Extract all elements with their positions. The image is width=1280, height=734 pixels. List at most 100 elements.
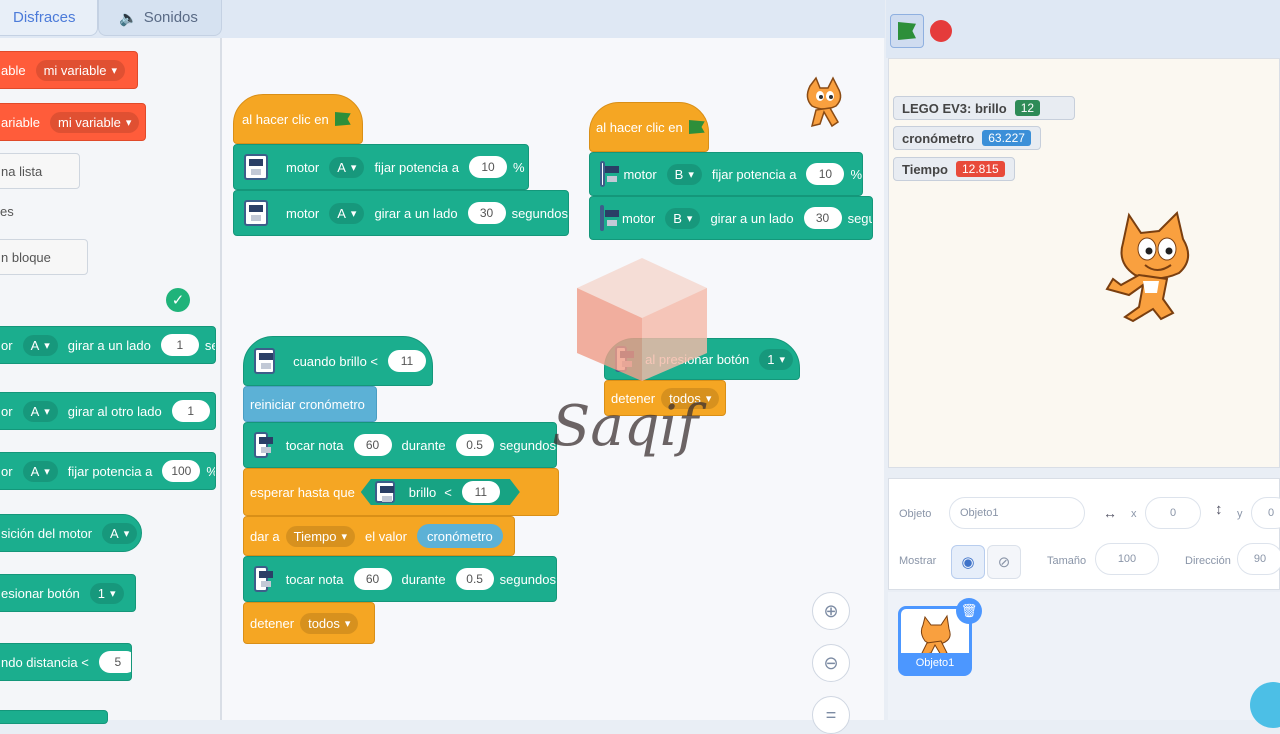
sprite-thumbnail-label: Objeto1 bbox=[901, 653, 969, 673]
set-power-block-2[interactable]: motor B fijar potencia a 10 % bbox=[589, 152, 863, 196]
set-variable-block[interactable]: dar a Tiempo el valor cronómetro bbox=[243, 516, 515, 556]
palette-block-text: or bbox=[1, 404, 13, 419]
green-flag-icon bbox=[689, 120, 705, 134]
timer-reporter[interactable]: cronómetro bbox=[417, 524, 503, 548]
port-dropdown[interactable]: A bbox=[23, 401, 58, 422]
tab-costumes-label: Disfraces bbox=[13, 9, 76, 26]
palette-block-text: girar a un lado bbox=[68, 338, 151, 353]
block-text: brillo bbox=[409, 485, 436, 500]
note-input[interactable]: 60 bbox=[354, 434, 392, 456]
reset-timer-block[interactable]: reiniciar cronómetro bbox=[243, 386, 377, 422]
direction-label: Dirección bbox=[1185, 555, 1231, 567]
brightness-condition[interactable]: brillo < 11 bbox=[361, 479, 520, 505]
zoom-reset-icon[interactable]: = bbox=[812, 696, 850, 734]
play-note-block-1[interactable]: tocar nota 60 durante 0.5 segundos bbox=[243, 422, 557, 468]
palette-turn-one-way[interactable]: or A girar a un lado 1 se bbox=[0, 326, 216, 364]
block-text: reiniciar cronómetro bbox=[250, 397, 365, 412]
seconds-input[interactable]: 1 bbox=[172, 400, 210, 422]
port-dropdown[interactable]: A bbox=[102, 523, 137, 544]
script-area[interactable]: al hacer clic en motor A fijar potencia … bbox=[222, 38, 884, 720]
check-icon[interactable]: ✓ bbox=[166, 288, 190, 312]
port-dropdown[interactable]: B bbox=[667, 164, 702, 185]
y-arrow-icon: ↕ bbox=[1215, 501, 1223, 518]
ev3-brick-icon bbox=[600, 161, 605, 187]
brightness-input[interactable]: 11 bbox=[388, 350, 426, 372]
palette-block-text: se bbox=[205, 338, 216, 353]
sprite-list: Objeto1 🗑 bbox=[888, 592, 1280, 720]
ev3-brick-icon bbox=[375, 481, 395, 503]
when-flag-clicked-hat-1[interactable]: al hacer clic en bbox=[233, 94, 363, 144]
wait-until-block[interactable]: esperar hasta que brillo < 11 bbox=[243, 468, 559, 516]
y-position-input[interactable]: 0 bbox=[1251, 497, 1280, 529]
button-dropdown[interactable]: 1 bbox=[759, 349, 793, 370]
when-flag-clicked-hat-2[interactable]: al hacer clic en bbox=[589, 102, 709, 152]
show-eye-icon[interactable]: ◉ bbox=[951, 545, 985, 579]
block-text: girar a un lado bbox=[374, 206, 457, 221]
port-dropdown[interactable]: A bbox=[23, 335, 58, 356]
zoom-in-icon[interactable]: ⊕ bbox=[812, 592, 850, 630]
palette-block-text: or bbox=[1, 338, 13, 353]
make-list-button[interactable]: na lista bbox=[0, 153, 80, 189]
brightness-input[interactable]: 11 bbox=[462, 481, 500, 503]
cat-sprite[interactable] bbox=[1099, 209, 1203, 323]
set-power-block-1[interactable]: motor A fijar potencia a 10 % bbox=[233, 144, 529, 190]
seconds-input[interactable]: 1 bbox=[161, 334, 199, 356]
variable-block-1-text: able bbox=[1, 63, 26, 78]
monitor-value: 12 bbox=[1015, 100, 1040, 116]
zoom-out-icon[interactable]: ⊖ bbox=[812, 644, 850, 682]
power-input[interactable]: 100 bbox=[162, 460, 200, 482]
green-flag-button[interactable] bbox=[890, 14, 924, 48]
power-input[interactable]: 10 bbox=[806, 163, 844, 185]
turn-block-1[interactable]: motor A girar a un lado 30 segundos bbox=[233, 190, 569, 236]
my-blocks-heading: es bbox=[0, 204, 14, 219]
port-dropdown[interactable]: B bbox=[665, 208, 700, 229]
seconds-input[interactable]: 30 bbox=[468, 202, 506, 224]
button-dropdown[interactable]: 1 bbox=[90, 583, 124, 604]
block-text: fijar potencia a bbox=[712, 167, 797, 182]
palette-set-power[interactable]: or A fijar potencia a 100 % bbox=[0, 452, 216, 490]
palette-turn-other-way[interactable]: or A girar al otro lado 1 s bbox=[0, 392, 216, 430]
seconds-input[interactable]: 30 bbox=[804, 207, 842, 229]
palette-button-pressed[interactable]: esionar botón 1 bbox=[0, 574, 136, 612]
when-brightness-hat[interactable]: cuando brillo < 11 bbox=[243, 336, 433, 386]
port-dropdown[interactable]: A bbox=[329, 203, 364, 224]
stop-dropdown[interactable]: todos bbox=[300, 613, 358, 634]
variable-dropdown-1[interactable]: mi variable bbox=[36, 60, 125, 81]
hide-eye-icon[interactable]: ⊘ bbox=[987, 545, 1021, 579]
block-text: segu bbox=[848, 211, 873, 226]
ev3-brick-icon bbox=[254, 348, 275, 374]
stop-button[interactable] bbox=[930, 20, 952, 42]
note-input[interactable]: 60 bbox=[354, 568, 392, 590]
duration-input[interactable]: 0.5 bbox=[456, 434, 494, 456]
add-sprite-button[interactable] bbox=[1250, 682, 1280, 728]
ev3-brick-icon bbox=[244, 200, 268, 226]
palette-distance[interactable]: ndo distancia < 5 bbox=[0, 643, 132, 681]
stop-all-block-1[interactable]: detener todos bbox=[243, 602, 375, 644]
direction-input[interactable]: 90 bbox=[1237, 543, 1280, 575]
port-dropdown[interactable]: A bbox=[23, 461, 58, 482]
stage[interactable]: LEGO EV3: brillo 12 cronómetro 63.227 Ti… bbox=[888, 58, 1280, 468]
port-dropdown[interactable]: A bbox=[329, 157, 364, 178]
duration-input[interactable]: 0.5 bbox=[456, 568, 494, 590]
ev3-brick-icon bbox=[254, 566, 268, 592]
turn-block-2[interactable]: motor B girar a un lado 30 segu bbox=[589, 196, 873, 240]
variable-dropdown-2[interactable]: mi variable bbox=[50, 112, 139, 133]
palette-motor-position[interactable]: sición del motor A bbox=[0, 514, 142, 552]
x-position-input[interactable]: 0 bbox=[1145, 497, 1201, 529]
variable-dropdown[interactable]: Tiempo bbox=[286, 526, 355, 547]
play-note-block-2[interactable]: tocar nota 60 durante 0.5 segundos bbox=[243, 556, 557, 602]
make-block-button[interactable]: n bloque bbox=[0, 239, 88, 275]
block-text: fijar potencia a bbox=[374, 160, 459, 175]
variable-block-1[interactable]: able mi variable bbox=[0, 51, 138, 89]
sprite-name-input[interactable]: Objeto1 bbox=[949, 497, 1085, 529]
variable-block-2[interactable]: ariable mi variable bbox=[0, 103, 146, 141]
tab-costumes[interactable]: Disfraces bbox=[0, 0, 98, 36]
tab-sounds[interactable]: 🔈 Sonidos bbox=[98, 0, 222, 36]
block-text: motor bbox=[623, 167, 656, 182]
hat-label: cuando brillo < bbox=[293, 354, 378, 369]
distance-input[interactable]: 5 bbox=[99, 651, 132, 673]
power-input[interactable]: 10 bbox=[469, 156, 507, 178]
trash-icon[interactable]: 🗑 bbox=[956, 598, 982, 624]
palette-block-partial[interactable] bbox=[0, 710, 108, 724]
size-input[interactable]: 100 bbox=[1095, 543, 1159, 575]
